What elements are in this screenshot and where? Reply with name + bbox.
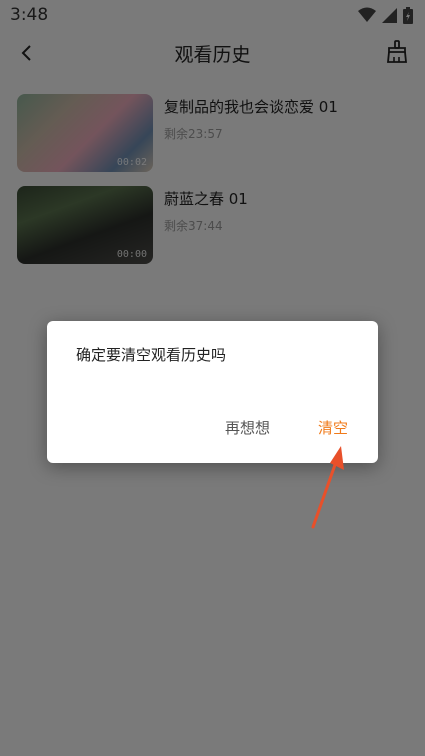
dialog-message: 确定要清空观看历史吗: [76, 346, 227, 364]
confirm-dialog: 确定要清空观看历史吗 再想想 清空: [47, 321, 378, 463]
confirm-clear-button[interactable]: 清空: [318, 417, 348, 438]
cancel-button[interactable]: 再想想: [225, 417, 270, 438]
